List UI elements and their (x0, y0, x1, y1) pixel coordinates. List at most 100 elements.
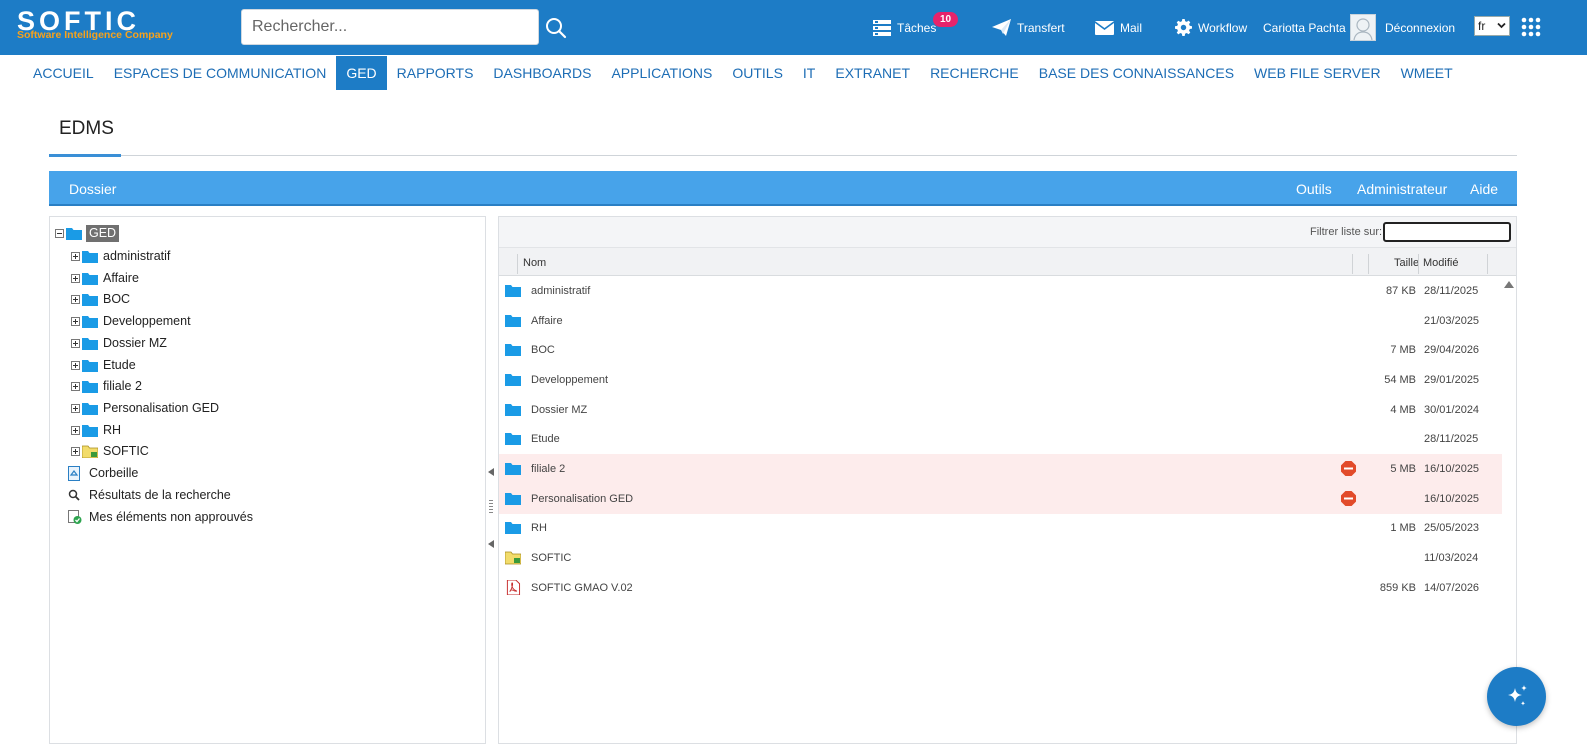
column-name[interactable]: Nom (523, 248, 546, 276)
list-item[interactable]: administratif 87 KB 28/11/2025 (499, 276, 1502, 306)
tree-item-administratif[interactable]: administratif (71, 246, 170, 266)
list-item[interactable]: Developpement 54 MB 29/01/2025 (499, 365, 1502, 395)
nav-web-file-server[interactable]: WEB FILE SERVER (1244, 56, 1391, 90)
item-modified: 30/01/2024 (1424, 404, 1480, 416)
expand-toggle[interactable] (71, 381, 80, 391)
menu-administrateur[interactable]: Administrateur (1357, 171, 1447, 204)
scroll-up-arrow[interactable] (1504, 280, 1514, 288)
tree-item-filiale-2[interactable]: filiale 2 (71, 376, 142, 396)
menu-outils[interactable]: Outils (1296, 171, 1332, 204)
item-size: 1 MB (1390, 522, 1416, 534)
edms-toolbar: Dossier Outils Administrateur Aide (49, 171, 1517, 206)
drag-handle-icon[interactable] (489, 500, 493, 514)
tree-item-developpement[interactable]: Developpement (71, 311, 191, 331)
item-name: Dossier MZ (531, 404, 588, 416)
avatar[interactable] (1350, 14, 1376, 41)
column-header: Nom Taille Modifié (499, 248, 1516, 276)
nav-ged[interactable]: GED (336, 56, 387, 90)
list-item[interactable]: BOC 7 MB 29/04/2026 (499, 335, 1502, 365)
expand-toggle[interactable] (71, 294, 80, 304)
nav-dashboards[interactable]: DASHBOARDS (483, 56, 601, 90)
search-icon[interactable] (545, 17, 567, 39)
nav-base-des-connaissances[interactable]: BASE DES CONNAISSANCES (1029, 56, 1244, 90)
grid-icon[interactable] (1521, 17, 1541, 37)
assistant-button[interactable] (1487, 667, 1546, 726)
expand-toggle[interactable] (71, 338, 80, 348)
logout-label: Déconnexion (1385, 20, 1456, 35)
expand-toggle[interactable] (71, 360, 80, 370)
mail-button[interactable]: Mail (1095, 0, 1142, 55)
workflow-button[interactable]: Workflow (1175, 0, 1247, 55)
list-item[interactable]: Dossier MZ 4 MB 30/01/2024 (499, 395, 1502, 425)
item-modified: 28/11/2025 (1424, 433, 1479, 445)
expand-arrow-icon[interactable] (488, 540, 494, 548)
folder-icon (505, 404, 521, 416)
folder-icon (505, 493, 521, 505)
column-size[interactable]: Taille (1394, 248, 1419, 276)
tasks-button[interactable]: Tâches (873, 0, 936, 55)
folder-icon (505, 374, 521, 386)
global-search-input[interactable] (241, 9, 539, 45)
expand-toggle[interactable] (71, 403, 80, 413)
tree-item-corbeille[interactable]: Corbeille (68, 463, 138, 483)
collapse-arrow-icon[interactable] (488, 468, 494, 476)
tree-item-dossier-mz[interactable]: Dossier MZ (71, 333, 167, 353)
column-separator[interactable] (1487, 254, 1488, 274)
transfer-button[interactable]: Transfert (992, 0, 1065, 55)
item-modified: 16/10/2025 (1424, 493, 1480, 505)
language-select[interactable]: fr (1474, 16, 1510, 36)
tree-item-rh[interactable]: RH (71, 420, 121, 440)
list-item[interactable]: Personalisation GED 16/10/2025 (499, 484, 1502, 514)
tree-item-search-results[interactable]: Résultats de la recherche (68, 485, 231, 505)
logo-tagline: Software Intelligence Company (17, 29, 173, 41)
nav-rapports[interactable]: RAPPORTS (387, 56, 484, 90)
tree-item-unapproved[interactable]: Mes éléments non approuvés (68, 507, 253, 527)
column-separator[interactable] (1418, 254, 1419, 274)
nav-recherche[interactable]: RECHERCHE (920, 56, 1029, 90)
expand-toggle[interactable] (71, 446, 80, 456)
softic-logo[interactable]: SOFTIC Software Intelligence Company (17, 6, 185, 42)
list-item[interactable]: SOFTIC 11/03/2024 (499, 543, 1502, 573)
shared-folder-icon (505, 551, 521, 565)
nav-wmeet[interactable]: WMEET (1391, 56, 1463, 90)
tree-item-personalisation-ged[interactable]: Personalisation GED (71, 398, 219, 418)
list-item[interactable]: filiale 2 5 MB 16/10/2025 (499, 454, 1502, 484)
nav-espaces-de-communication[interactable]: ESPACES DE COMMUNICATION (104, 56, 337, 90)
nav-it[interactable]: IT (793, 56, 825, 90)
menu-aide[interactable]: Aide (1470, 171, 1498, 204)
column-separator[interactable] (1368, 254, 1369, 274)
item-name: Developpement (531, 374, 609, 386)
tree-item-etude[interactable]: Etude (71, 355, 136, 375)
expand-toggle[interactable] (71, 316, 80, 326)
list-item[interactable]: Etude 28/11/2025 (499, 424, 1502, 454)
nav-accueil[interactable]: ACCUEIL (23, 56, 104, 90)
column-separator[interactable] (517, 254, 518, 274)
column-separator[interactable] (1352, 254, 1353, 274)
nav-extranet[interactable]: EXTRANET (825, 56, 920, 90)
panel-splitter[interactable] (486, 216, 498, 744)
list-item[interactable]: Affaire 21/03/2025 (499, 306, 1502, 336)
list-item[interactable]: SOFTIC GMAO V.02 859 KB 14/07/2026 (499, 573, 1502, 603)
column-modified[interactable]: Modifié (1423, 248, 1458, 276)
tree-item-affaire[interactable]: Affaire (71, 268, 139, 288)
expand-toggle[interactable] (71, 425, 80, 435)
tree-item-label: Etude (103, 358, 136, 372)
expand-toggle[interactable] (71, 251, 80, 261)
item-modified: 25/05/2023 (1424, 522, 1480, 534)
menu-dossier[interactable]: Dossier (69, 171, 116, 204)
collapse-toggle[interactable] (55, 228, 64, 238)
shared-folder-icon (82, 445, 98, 458)
user-name[interactable]: Cariotta Pachta (1263, 0, 1346, 55)
nav-outils[interactable]: OUTILS (722, 56, 793, 90)
top-header: SOFTIC Software Intelligence Company Tâc… (0, 0, 1587, 55)
filter-input[interactable] (1383, 222, 1511, 242)
logout-button[interactable]: Déconnexion (1385, 0, 1455, 55)
nav-applications[interactable]: APPLICATIONS (601, 56, 722, 90)
expand-toggle[interactable] (71, 273, 80, 283)
magnifier-icon (68, 489, 80, 501)
tree-item-softic[interactable]: SOFTIC (71, 441, 149, 461)
list-item[interactable]: RH 1 MB 25/05/2023 (499, 513, 1502, 543)
tree-root[interactable]: GED (55, 223, 120, 243)
tree-item-boc[interactable]: BOC (71, 289, 130, 309)
item-modified: 21/03/2025 (1424, 315, 1480, 327)
